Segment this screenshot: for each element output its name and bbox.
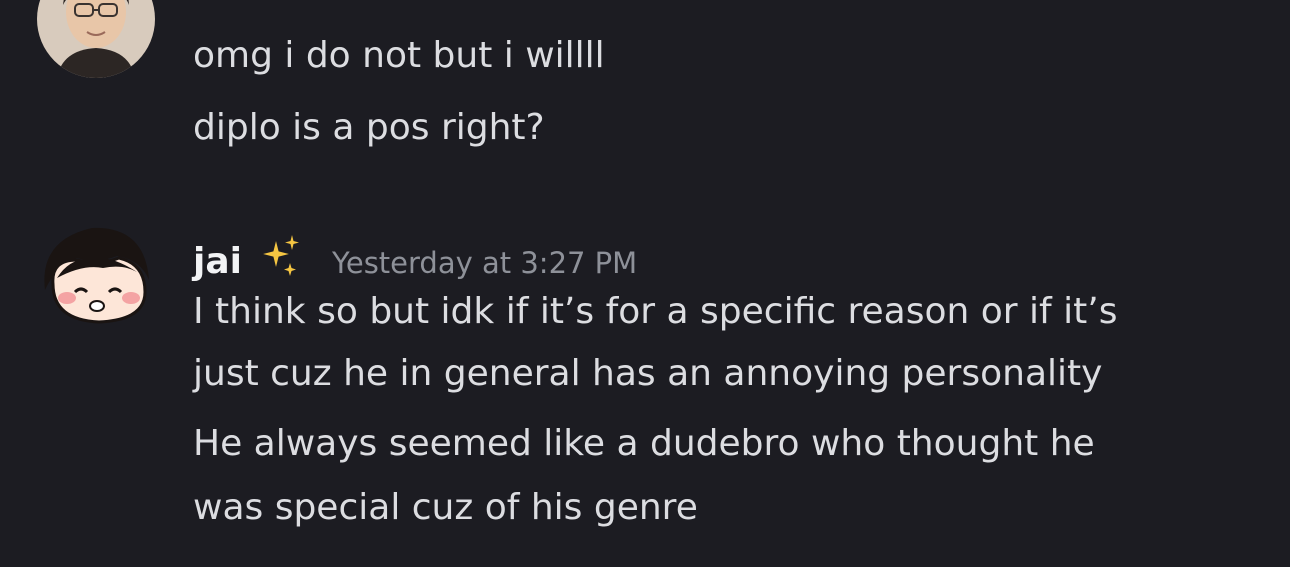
message-text: He always seemed like a dudebro who thou… — [193, 423, 1095, 464]
username[interactable]: jai — [193, 241, 242, 282]
photo-avatar-icon — [37, 0, 155, 78]
message-text: omg i do not but i willll — [193, 35, 605, 76]
message-text: was special cuz of his genre — [193, 487, 698, 528]
message-timestamp: Yesterday at 3:27 PM — [331, 246, 638, 280]
message-text: just cuz he in general has an annoying p… — [193, 353, 1103, 394]
message-text: I think so but idk if it’s for a specifi… — [193, 291, 1118, 332]
message-text: diplo is a pos right? — [193, 107, 545, 148]
user-avatar[interactable] — [37, 0, 155, 78]
sparkles-icon — [256, 233, 304, 281]
cartoon-avatar-icon — [44, 227, 149, 324]
message-header: jai Yesterday at 3:27 PM — [193, 225, 637, 282]
user-avatar[interactable] — [37, 220, 155, 338]
